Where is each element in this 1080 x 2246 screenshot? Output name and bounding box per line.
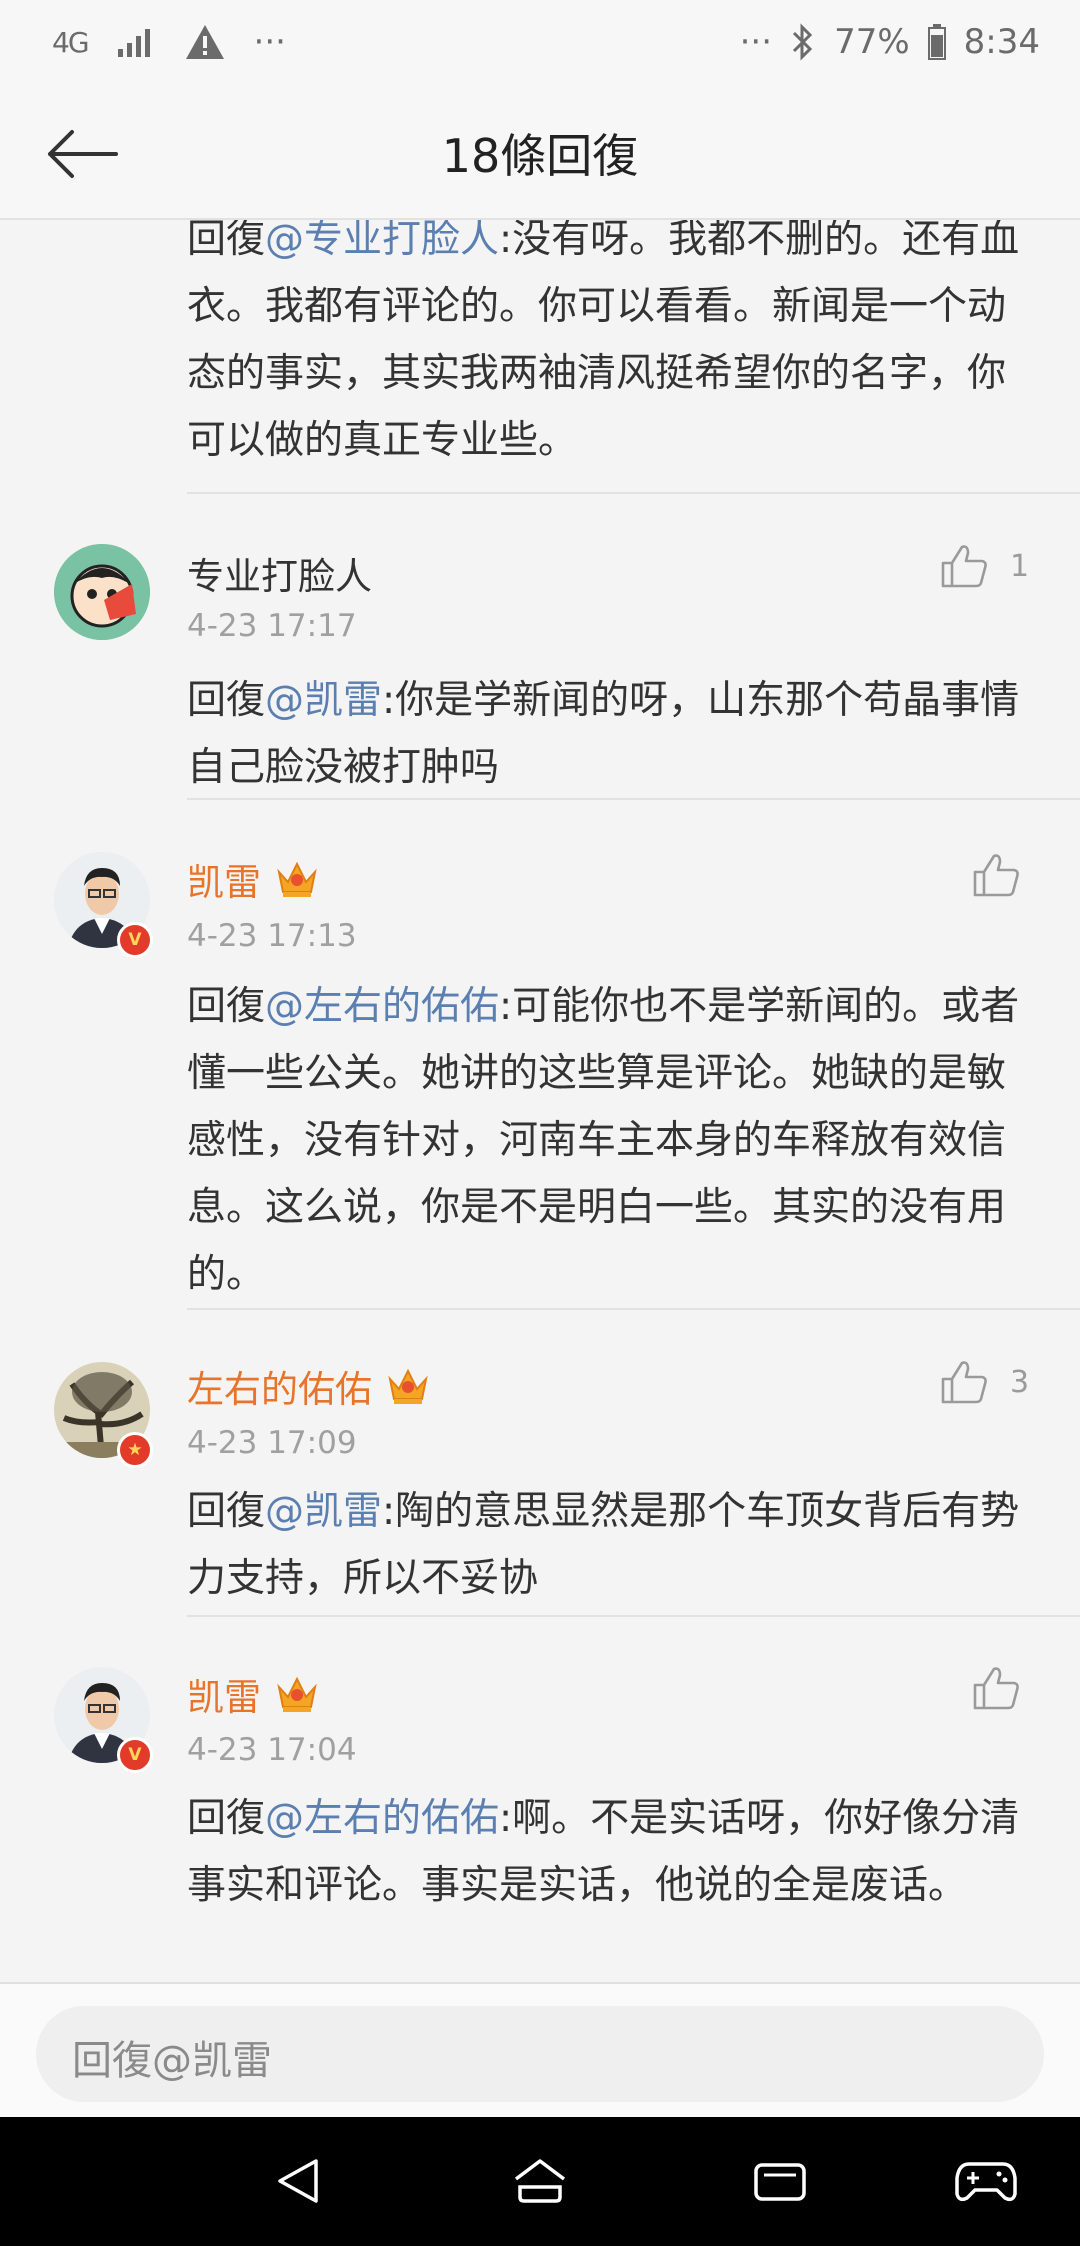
reply-item: V 凯雷 4-23 17:13 回復@左右的佑佑:可能你也不是学新闻的。或者懂一… [0,800,1080,1310]
status-left: 4G ··· [52,22,286,62]
reply-text: 回復@专业打脸人:没有呀。我都不删的。还有血衣。我都有评论的。你可以看看。新闻是… [187,220,1037,474]
reply-prefix: 回復 [187,984,266,1029]
reply-text: 回復@凯雷:陶的意思显然是那个车顶女背后有势力支持，所以不妥协 [187,1478,1037,1612]
game-mode-button[interactable] [952,2149,1020,2213]
verified-v-icon: V [117,922,153,958]
reply-text: 回復@左右的佑佑:可能你也不是学新闻的。或者懂一些公关。她讲的这些算是评论。她缺… [187,973,1037,1308]
mention-link[interactable]: @凯雷 [265,678,382,723]
like-button[interactable]: 1 [940,543,1029,589]
status-right: ··· 77% 8:34 [740,22,1040,62]
mention-link[interactable]: @左右的佑佑 [265,984,499,1029]
reply-input[interactable]: 回復@凯雷 [36,2006,1044,2102]
timestamp: 4-23 17:13 [187,918,357,954]
signal-4g-icon: 4G [52,25,89,59]
verified-v-icon: ★ [117,1432,153,1468]
reply-item: V 凯雷 4-23 17:04 回復@左右的佑佑:啊。不是实话呀，你好像分清事实… [0,1617,1080,1982]
thumbs-up-icon [973,1667,1019,1710]
nav-back-button[interactable] [266,2149,334,2213]
thumbs-up-icon [941,545,987,588]
nav-back-icon [278,2159,318,2203]
reply-body: :可能你也不是学新闻的。或者懂一些公关。她讲的这些算是评论。她缺的是敏感性，没有… [187,984,1020,1297]
nav-home-button[interactable] [506,2149,574,2213]
like-button[interactable]: 3 [940,1359,1029,1405]
user-name[interactable]: 左右的佑佑 [187,1359,430,1413]
reply-prefix: 回復 [187,1796,266,1841]
battery-icon [927,24,946,60]
warning-icon [185,25,224,59]
status-bar: 4G ··· ··· 77% 8:34 [0,0,1080,90]
thumbs-up-icon [973,854,1019,897]
user-name-text: 凯雷 [187,861,261,904]
game-controller-icon [955,2162,1017,2202]
timestamp: 4-23 17:17 [187,608,357,644]
reply-item: 专业打脸人 4-23 17:17 1 回復@凯雷:你是学新闻的呀，山东那个苟晶事… [0,495,1080,800]
verified-v-icon: V [117,1737,153,1773]
reply-prefix: 回復 [187,220,266,262]
signal-bars-icon [117,29,150,57]
user-name-text: 左右的佑佑 [187,1368,372,1411]
reply-prefix: 回復 [187,1489,266,1534]
reply-item: 回復@专业打脸人:没有呀。我都不删的。还有血衣。我都有评论的。你可以看看。新闻是… [0,220,1080,495]
like-button[interactable] [972,1665,1020,1711]
user-name[interactable]: 凯雷 [187,852,319,906]
title-bar: 18條回復 [0,90,1080,220]
crown-icon [388,1368,428,1404]
system-nav-bar [0,2117,1080,2246]
reply-list[interactable]: 回復@专业打脸人:没有呀。我都不删的。还有血衣。我都有评论的。你可以看看。新闻是… [0,220,1080,1982]
user-name[interactable]: 凯雷 [187,1667,319,1721]
bluetooth-icon [793,23,813,61]
crown-icon [277,1676,317,1712]
thumbs-up-icon [941,1361,987,1404]
mention-link[interactable]: @专业打脸人 [265,220,499,262]
nav-recents-icon [754,2163,806,2201]
timestamp: 4-23 17:04 [187,1732,357,1768]
mention-link[interactable]: @凯雷 [265,1489,382,1534]
like-count: 3 [1010,1364,1030,1400]
user-name-text: 专业打脸人 [187,555,372,598]
status-more-right: ··· [739,22,773,62]
timestamp: 4-23 17:09 [187,1425,357,1461]
nav-home-icon [514,2159,566,2203]
reply-item: ★ 左右的佑佑 4-23 17:09 3 回復@凯雷:陶的意思显然是那个车顶女背… [0,1310,1080,1617]
reply-bar: 回復@凯雷 [0,1982,1080,2119]
user-name-text: 凯雷 [187,1676,261,1719]
reply-text: 回復@左右的佑佑:啊。不是实话呀，你好像分清事实和评论。事实是实话，他说的全是废… [187,1785,1037,1919]
crown-icon [277,861,317,897]
reply-text: 回復@凯雷:你是学新闻的呀，山东那个苟晶事情自己脸没被打肿吗 [187,667,1037,801]
avatar[interactable] [54,544,150,640]
clock: 8:34 [963,22,1040,62]
user-name[interactable]: 专业打脸人 [187,546,372,600]
reply-placeholder: 回復@凯雷 [72,2038,272,2084]
divider [187,492,1080,494]
like-button[interactable] [972,852,1020,898]
status-more-left: ··· [253,22,286,62]
reply-prefix: 回復 [187,678,266,723]
like-count: 1 [1010,548,1030,584]
page-title: 18條回復 [441,129,639,183]
nav-recents-button[interactable] [746,2149,814,2213]
battery-percent: 77% [834,22,910,62]
mention-link[interactable]: @左右的佑佑 [265,1796,499,1841]
